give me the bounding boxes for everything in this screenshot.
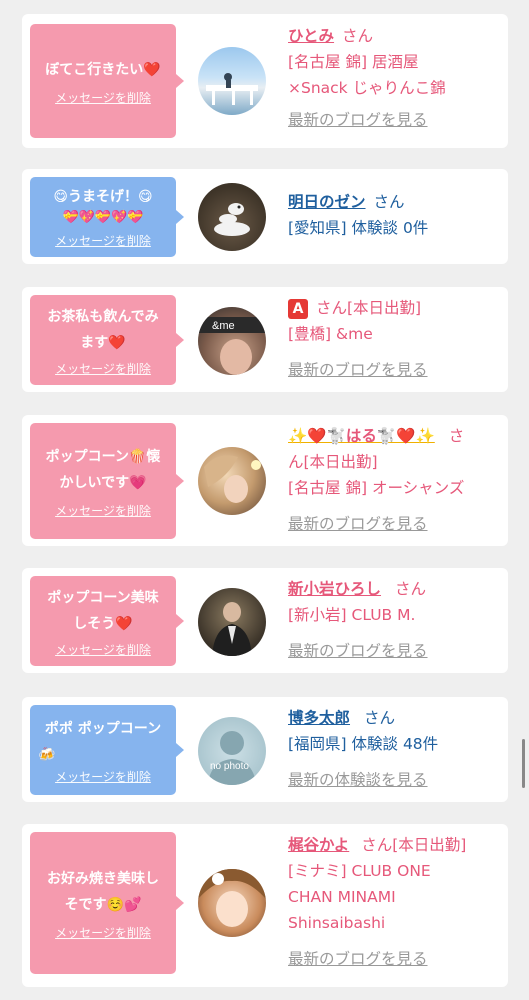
avatar[interactable]: [198, 869, 266, 937]
user-shop: ×Snack じゃりんこ錦: [288, 79, 446, 97]
latest-review-link[interactable]: 最新の体験談を見る: [288, 771, 428, 789]
delete-message-link[interactable]: メッセージを削除: [55, 502, 151, 519]
honorific: さん: [373, 193, 405, 211]
avatar-photo: [204, 455, 261, 503]
message-text: ポポ ポップコーン: [44, 720, 162, 737]
message-card: ポポ ポップコーン 🍻 メッセージを削除 no photo 博多太郎 さん [福岡…: [22, 697, 508, 802]
user-shop: CHAN MINAMI: [288, 888, 396, 906]
message-bubble: ポップコーン🍿懐 かしいです💗 メッセージを削除: [30, 423, 184, 539]
user-info: 明日のゼン さん [愛知県] 体験談 0件: [288, 189, 502, 241]
message-text-line2: 🍻: [38, 746, 56, 763]
avatar-photo: &me: [198, 317, 266, 375]
user-location: [名古屋 錦] 居酒屋: [288, 53, 419, 71]
no-photo-icon: no photo: [208, 731, 256, 785]
honorific: さ: [448, 427, 465, 445]
avatar[interactable]: [198, 588, 266, 656]
scrollbar[interactable]: [522, 739, 525, 788]
message-text-line2: かしいです💗: [59, 474, 147, 491]
user-name-link[interactable]: ひとみ: [288, 27, 334, 45]
user-info: 博多太郎 さん [福岡県] 体験談 48件 最新の体験談を見る: [288, 705, 502, 793]
user-location: [新小岩] CLUB M.: [288, 606, 416, 624]
message-text-line2: ます❤️: [80, 334, 126, 351]
a-badge-icon: A: [288, 299, 308, 319]
honorific: さん[本日出勤]: [316, 299, 422, 317]
avatar[interactable]: [198, 447, 266, 515]
delete-message-link[interactable]: メッセージを削除: [55, 232, 151, 249]
user-info: 新小岩ひろし さん [新小岩] CLUB M. 最新のブログを見る: [288, 576, 502, 664]
message-card: ポップコーン美味 しそう❤️ メッセージを削除 新小岩ひろし さん [新小岩] C…: [22, 568, 508, 673]
message-text: ポップコーン🍿懐: [45, 448, 161, 465]
user-experience-count: [福岡県] 体験談 48件: [288, 735, 439, 753]
message-card: お茶私も飲んでみ ます❤️ メッセージを削除 &me A さん[本日出勤] [豊橋…: [22, 287, 508, 392]
user-info: ✨❤️🐩はる🐩❤️✨ さ ん[本日出勤] [名古屋 錦] オーシャンズ 最新のブロ…: [288, 423, 502, 537]
user-shop-area: Shinsaibashi: [288, 914, 386, 932]
message-text-line2: しそう❤️: [73, 615, 133, 632]
honorific-continued: ん[本日出勤]: [288, 453, 378, 471]
message-bubble: お好み焼き美味し そです☺️💕 メッセージを削除: [30, 832, 184, 974]
avatar[interactable]: [198, 47, 266, 115]
user-name-link[interactable]: 明日のゼン: [288, 193, 366, 211]
honorific: さん[本日出勤]: [361, 836, 467, 854]
latest-blog-link[interactable]: 最新のブログを見る: [288, 361, 428, 379]
avatar-caption: no photo: [210, 761, 249, 772]
delete-message-link[interactable]: メッセージを削除: [55, 89, 151, 106]
delete-message-link[interactable]: メッセージを削除: [55, 641, 151, 658]
delete-message-link[interactable]: メッセージを削除: [55, 360, 151, 377]
latest-blog-link[interactable]: 最新のブログを見る: [288, 515, 428, 533]
user-name-link[interactable]: A: [288, 299, 308, 319]
avatar[interactable]: no photo: [198, 717, 266, 785]
message-card: ぼてこ行きたい❤️ メッセージを削除 ひとみ さん [名古屋 錦] 居酒屋 ×Sn…: [22, 14, 508, 148]
message-text: お茶私も飲んでみ: [47, 308, 159, 325]
message-text: ポップコーン美味: [47, 589, 159, 606]
user-name-link[interactable]: ✨❤️🐩はる🐩❤️✨: [288, 427, 435, 445]
user-location: [名古屋 錦] オーシャンズ: [288, 479, 465, 497]
user-location: [ミナミ] CLUB ONE: [288, 862, 431, 880]
message-text-line2: 💝💖💝💖💝: [62, 209, 144, 225]
message-text: お好み焼き美味し: [47, 870, 159, 887]
avatar-photo: [212, 602, 252, 656]
message-bubble: ポポ ポップコーン 🍻 メッセージを削除: [30, 705, 184, 795]
avatar[interactable]: &me: [198, 307, 266, 375]
message-bubble: お茶私も飲んでみ ます❤️ メッセージを削除: [30, 295, 184, 385]
user-info: ひとみ さん [名古屋 錦] 居酒屋 ×Snack じゃりんこ錦 最新のブログを見…: [288, 23, 502, 133]
user-name-link[interactable]: 博多太郎: [288, 709, 350, 727]
avatar-photo: [206, 73, 258, 105]
honorific: さん: [395, 580, 427, 598]
message-bubble: ぼてこ行きたい❤️ メッセージを削除: [30, 24, 184, 138]
latest-blog-link[interactable]: 最新のブログを見る: [288, 950, 428, 968]
message-text: ぼてこ行きたい❤️: [45, 61, 161, 78]
delete-message-link[interactable]: メッセージを削除: [55, 768, 151, 785]
message-bubble: ポップコーン美味 しそう❤️ メッセージを削除: [30, 576, 184, 666]
avatar-photo: [214, 203, 250, 236]
honorific: さん: [364, 709, 396, 727]
user-name-link[interactable]: 新小岩ひろし: [288, 580, 381, 598]
latest-blog-link[interactable]: 最新のブログを見る: [288, 111, 428, 129]
user-info: A さん[本日出勤] [豊橋] &me 最新のブログを見る: [288, 295, 502, 383]
honorific: さん: [342, 27, 374, 45]
latest-blog-link[interactable]: 最新のブログを見る: [288, 642, 428, 660]
avatar[interactable]: [198, 183, 266, 251]
message-text-line2: そです☺️💕: [64, 896, 142, 913]
avatar-caption: &me: [212, 320, 235, 332]
user-experience-count: [愛知県] 体験談 0件: [288, 219, 429, 237]
message-card: ポップコーン🍿懐 かしいです💗 メッセージを削除 ✨❤️🐩はる🐩❤️✨ さ ん[本…: [22, 415, 508, 546]
message-text: 😋うまそげ！😋: [53, 188, 153, 205]
user-location: [豊橋] &me: [288, 325, 373, 343]
message-card: 😋うまそげ！😋 💝💖💝💖💝 メッセージを削除 明日のゼン さん [愛知県] 体験談…: [22, 169, 508, 264]
delete-message-link[interactable]: メッセージを削除: [55, 924, 151, 941]
user-name-link[interactable]: 梶谷かよ: [288, 836, 349, 854]
user-info: 梶谷かよ さん[本日出勤] [ミナミ] CLUB ONE CHAN MINAMI …: [288, 832, 502, 972]
message-bubble: 😋うまそげ！😋 💝💖💝💖💝 メッセージを削除: [30, 177, 184, 257]
message-card: お好み焼き美味し そです☺️💕 メッセージを削除 梶谷かよ さん[本日出勤] [ミ…: [22, 824, 508, 987]
avatar-photo: [198, 869, 266, 927]
